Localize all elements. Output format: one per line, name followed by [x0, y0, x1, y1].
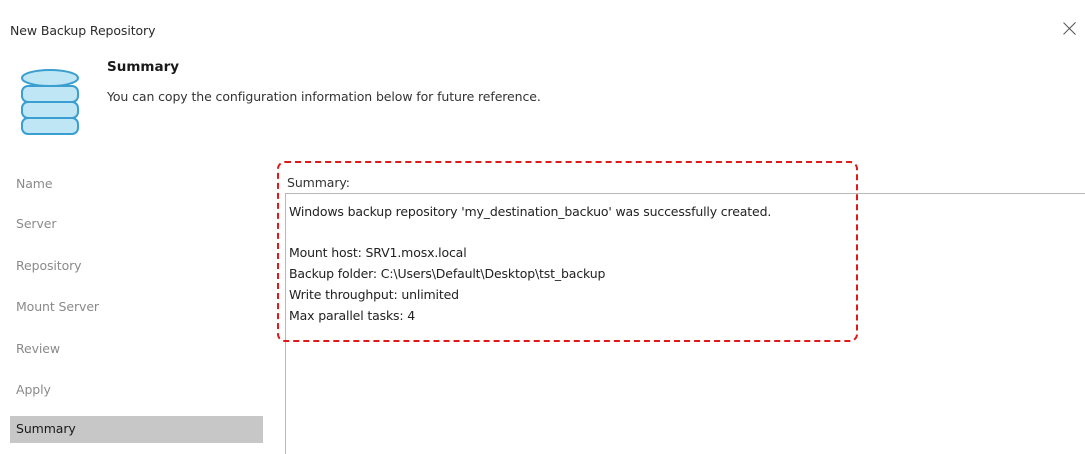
nav-item-mount-server[interactable]: Mount Server	[10, 294, 240, 320]
nav-item-summary[interactable]: Summary	[10, 416, 263, 443]
nav-item-server[interactable]: Server	[10, 211, 240, 237]
title-bar: New Backup Repository	[0, 0, 1085, 52]
page-description: You can copy the configuration informati…	[107, 89, 541, 104]
summary-label: Summary:	[287, 175, 350, 190]
window-title: New Backup Repository	[10, 23, 156, 38]
summary-line-max-parallel-tasks: Max parallel tasks: 4	[289, 308, 416, 323]
nav-item-review[interactable]: Review	[10, 336, 240, 362]
nav-item-apply[interactable]: Apply	[10, 377, 240, 403]
summary-line-mount-host: Mount host: SRV1.mosx.local	[289, 245, 467, 260]
summary-line-backup-folder: Backup folder: C:\Users\Default\Desktop\…	[289, 266, 606, 281]
summary-line-write-throughput: Write throughput: unlimited	[289, 287, 459, 302]
page-title: Summary	[107, 59, 180, 75]
summary-text-area[interactable]	[285, 193, 1085, 454]
new-backup-repository-window: New Backup Repository Summary You can co…	[0, 0, 1085, 454]
close-icon[interactable]	[1061, 20, 1079, 38]
nav-item-repository[interactable]: Repository	[10, 253, 240, 279]
summary-line-created: Windows backup repository 'my_destinatio…	[289, 204, 772, 219]
nav-item-name[interactable]: Name	[10, 171, 240, 197]
database-icon	[21, 69, 79, 135]
